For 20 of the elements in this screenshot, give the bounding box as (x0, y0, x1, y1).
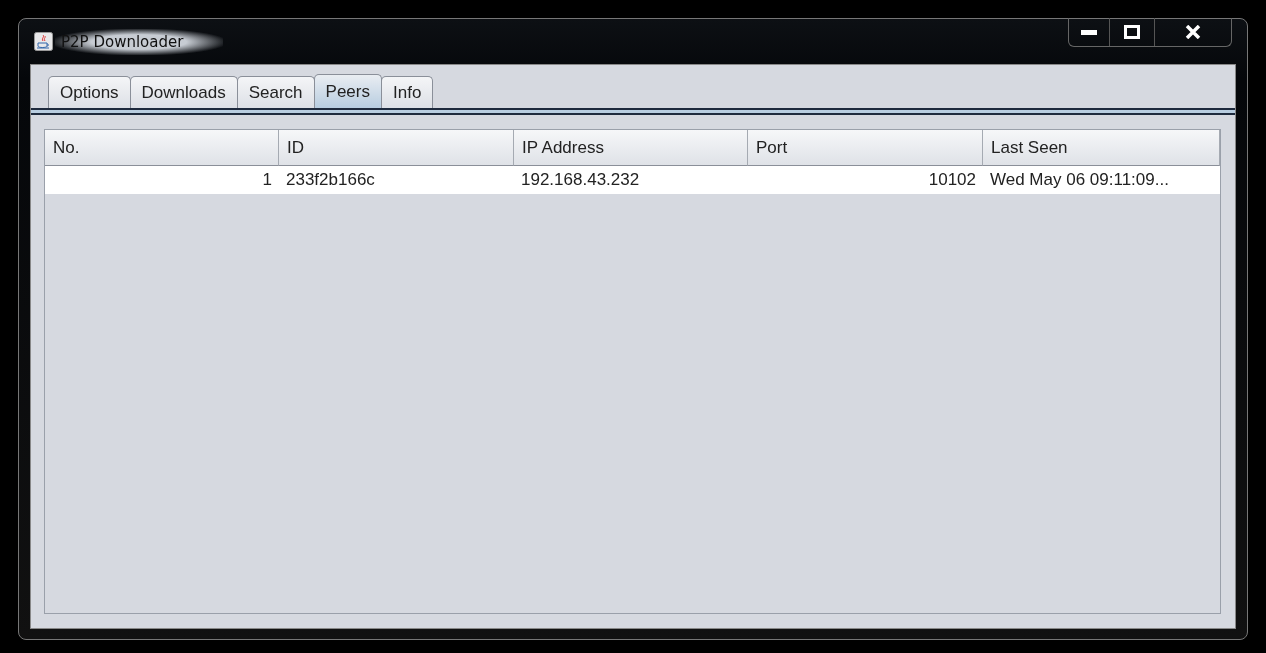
tab[interactable]: Info (381, 76, 434, 108)
table-cell: 1 (45, 166, 279, 194)
maximize-icon (1124, 25, 1140, 39)
app-icon (34, 32, 53, 51)
column-header[interactable]: Last Seen (983, 130, 1220, 166)
table-cell: 233f2b166c (279, 166, 514, 194)
table-cell: 10102 (748, 166, 983, 194)
tab[interactable]: Search (236, 76, 315, 108)
window-title: P2P Downloader (55, 28, 224, 55)
column-header[interactable]: Port (748, 130, 983, 166)
tab[interactable]: Peers (313, 74, 382, 108)
table-cell: Wed May 06 09:11:09... (983, 166, 1220, 194)
column-header[interactable]: ID (279, 130, 514, 166)
tab[interactable]: Options (48, 76, 131, 108)
column-header[interactable]: IP Address (514, 130, 748, 166)
minimize-icon (1081, 29, 1097, 35)
tab[interactable]: Downloads (129, 76, 238, 108)
table-cell: 192.168.43.232 (514, 166, 748, 194)
column-header[interactable]: No. (45, 130, 279, 166)
close-icon (1185, 25, 1201, 39)
